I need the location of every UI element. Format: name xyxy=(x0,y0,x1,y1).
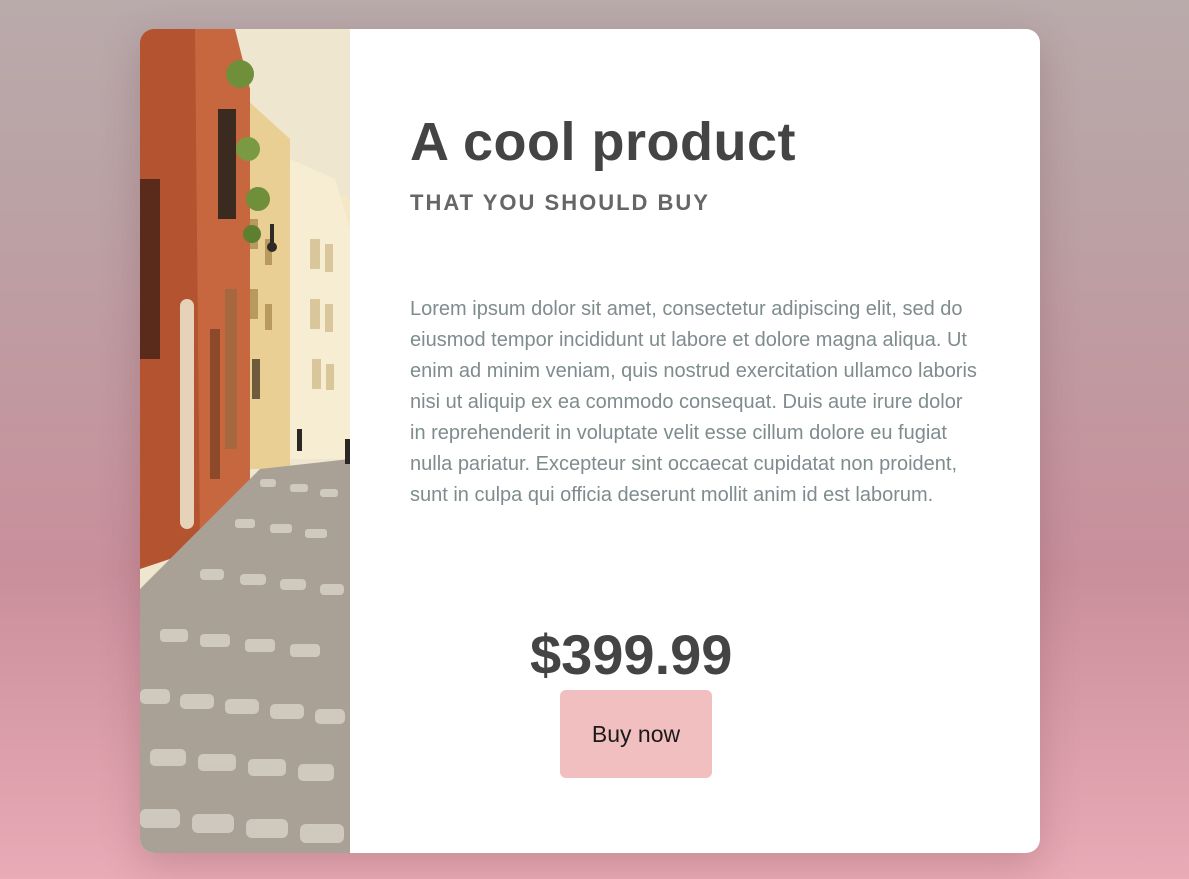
product-image xyxy=(140,29,350,853)
product-description: Lorem ipsum dolor sit amet, consectetur … xyxy=(410,298,977,506)
product-subtitle: THAT YOU SHOULD BUY xyxy=(410,190,710,215)
product-title: A cool product xyxy=(410,112,796,172)
product-price: $399.99 xyxy=(530,623,733,686)
product-card: A cool product THAT YOU SHOULD BUY Lorem… xyxy=(140,29,1040,853)
buy-now-button[interactable]: Buy now xyxy=(560,690,712,778)
product-content: A cool product THAT YOU SHOULD BUY Lorem… xyxy=(410,29,1010,853)
